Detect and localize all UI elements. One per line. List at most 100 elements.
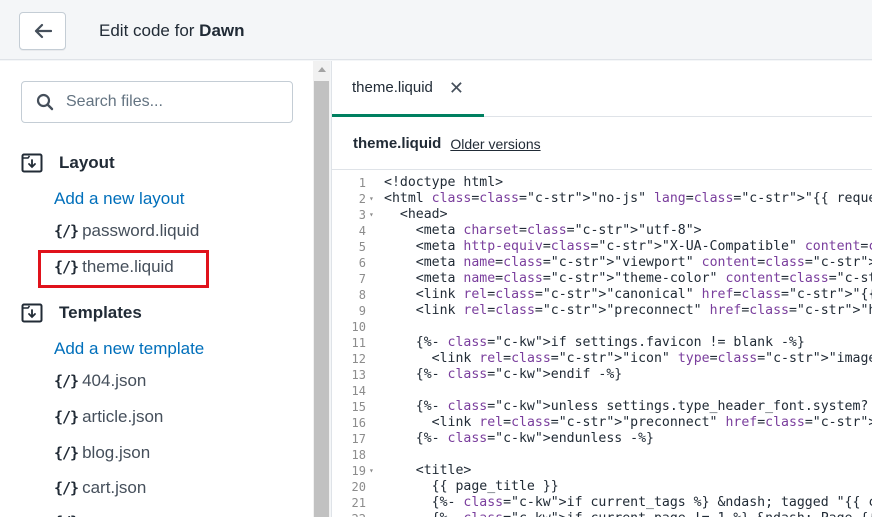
theme-name: Dawn (199, 21, 245, 40)
file-item-cart-json[interactable]: {/} cart.json (54, 478, 146, 498)
file-sidebar: Layout Add a new layout {/} password.liq… (0, 61, 313, 517)
code-text: <html class=class="c-str">"no-js" lang=c… (384, 191, 872, 206)
code-line[interactable]: 8 <link rel=class="c-str">"canonical" hr… (332, 287, 872, 303)
fold-gutter (366, 495, 384, 511)
back-button[interactable] (19, 12, 66, 50)
file-item-partial[interactable]: {/} (54, 513, 82, 517)
code-area[interactable]: 1 <!doctype html> 2 ▾ <html class=class="c-s… (332, 175, 872, 517)
file-label: password.liquid (82, 221, 200, 240)
tab-theme-liquid[interactable]: theme.liquid ✕ (332, 61, 484, 117)
code-line[interactable]: 19 ▾ <title> (332, 463, 872, 479)
line-number: 6 (358, 256, 366, 270)
liquid-file-icon: {/} (54, 222, 79, 240)
layout-section-label: Layout (59, 153, 115, 172)
search-input[interactable] (66, 93, 286, 111)
code-text: {%- class="c-kw">if settings.favicon != … (384, 335, 805, 350)
older-versions-link[interactable]: Older versions (450, 136, 540, 152)
templates-folder[interactable]: Templates (21, 303, 142, 323)
file-label: blog.json (82, 443, 151, 462)
code-line[interactable]: 5 <meta http-equiv=class="c-str">"X-UA-C… (332, 239, 872, 255)
layout-folder[interactable]: Layout (21, 153, 115, 173)
code-text: <meta http-equiv=class="c-str">"X-UA-Com… (384, 239, 872, 254)
line-number: 9 (358, 304, 366, 318)
line-number: 15 (351, 400, 366, 414)
code-text: <link rel=class="c-str">"preconnect" hre… (384, 303, 872, 318)
fold-gutter (366, 415, 384, 431)
fold-gutter (366, 351, 384, 367)
line-number: 4 (358, 224, 366, 238)
scrollbar-thumb[interactable] (314, 81, 329, 517)
fold-gutter (366, 335, 384, 351)
fold-gutter (366, 271, 384, 287)
line-number: 13 (351, 368, 366, 382)
fold-gutter (366, 399, 384, 415)
code-text: <link rel=class="c-str">"canonical" href… (384, 287, 872, 302)
code-line[interactable]: 16 <link rel=class="c-str">"preconnect" … (332, 415, 872, 431)
code-line[interactable]: 9 <link rel=class="c-str">"preconnect" h… (332, 303, 872, 319)
fold-gutter (366, 223, 384, 239)
code-line[interactable]: 2 ▾ <html class=class="c-str">"no-js" lang… (332, 191, 872, 207)
code-text: {{ page_title }} (384, 479, 559, 494)
add-new-layout-link[interactable]: Add a new layout (54, 189, 184, 209)
code-line[interactable]: 6 <meta name=class="c-str">"viewport" co… (332, 255, 872, 271)
code-text: {%- class="c-kw">endif -%} (384, 367, 623, 382)
code-text: {%- class="c-kw">endunless -%} (384, 431, 654, 446)
fold-gutter (366, 175, 384, 191)
code-line[interactable]: 11 {%- class="c-kw">if settings.favicon … (332, 335, 872, 351)
line-number: 11 (351, 336, 366, 350)
code-text: {%- class="c-kw">if current_tags %} &nda… (384, 495, 872, 510)
code-line[interactable]: 20 {{ page_title }} (332, 479, 872, 495)
file-item-404-json[interactable]: {/} 404.json (54, 371, 146, 391)
file-item-article-json[interactable]: {/} article.json (54, 407, 163, 427)
code-line[interactable]: 3 ▾ <head> (332, 207, 872, 223)
fold-gutter (366, 303, 384, 319)
code-line[interactable]: 7 <meta name=class="c-str">"theme-color"… (332, 271, 872, 287)
line-number: 19 (351, 464, 366, 478)
line-number: 16 (351, 416, 366, 430)
code-line[interactable]: 17 {%- class="c-kw">endunless -%} (332, 431, 872, 447)
code-line[interactable]: 14 (332, 383, 872, 399)
code-line[interactable]: 4 <meta charset=class="c-str">"utf-8"> (332, 223, 872, 239)
fold-arrow-icon[interactable]: ▾ (366, 463, 384, 479)
scroll-up-arrow-icon[interactable] (318, 67, 326, 72)
fold-gutter (366, 383, 384, 399)
close-icon[interactable]: ✕ (449, 79, 464, 97)
line-number: 21 (351, 496, 366, 510)
line-number: 7 (358, 272, 366, 286)
code-text: <meta name=class="c-str">"theme-color" c… (384, 271, 872, 286)
code-line[interactable]: 18 (332, 447, 872, 463)
code-text: <meta charset=class="c-str">"utf-8"> (384, 223, 702, 238)
fold-gutter (366, 239, 384, 255)
page-title: Edit code for Dawn (99, 21, 245, 40)
liquid-file-icon: {/} (54, 408, 79, 426)
code-line[interactable]: 12 <link rel=class="c-str">"icon" type=c… (332, 351, 872, 367)
folder-download-icon (21, 153, 43, 173)
fold-gutter (366, 255, 384, 271)
add-new-template-link[interactable]: Add a new template (54, 339, 204, 359)
line-number: 2 (358, 192, 366, 206)
file-item-password-liquid[interactable]: {/} password.liquid (54, 221, 199, 241)
search-box[interactable] (21, 81, 293, 123)
fold-arrow-icon[interactable]: ▾ (366, 191, 384, 207)
code-line[interactable]: 22 {%- class="c-kw">if current_page != 1… (332, 511, 872, 517)
code-line[interactable]: 10 (332, 319, 872, 335)
code-text: <title> (384, 463, 472, 478)
code-text: {%- class="c-kw">unless settings.type_he… (384, 399, 872, 414)
sidebar-scrollbar[interactable] (313, 61, 330, 517)
line-number: 14 (351, 384, 366, 398)
code-line[interactable]: 1 <!doctype html> (332, 175, 872, 191)
fold-gutter (366, 367, 384, 383)
folder-download-icon (21, 303, 43, 323)
fold-gutter (366, 287, 384, 303)
file-item-blog-json[interactable]: {/} blog.json (54, 443, 150, 463)
code-line[interactable]: 21 {%- class="c-kw">if current_tags %} &… (332, 495, 872, 511)
code-line[interactable]: 15 {%- class="c-kw">unless settings.type… (332, 399, 872, 415)
file-label: 404.json (82, 371, 147, 390)
liquid-file-icon: {/} (54, 513, 79, 517)
fold-arrow-icon[interactable]: ▾ (366, 207, 384, 223)
code-line[interactable]: 13 {%- class="c-kw">endif -%} (332, 367, 872, 383)
code-text: <link rel=class="c-str">"icon" type=clas… (384, 351, 872, 366)
line-number: 17 (351, 432, 366, 446)
line-number: 18 (351, 448, 366, 462)
highlight-box (38, 250, 209, 288)
